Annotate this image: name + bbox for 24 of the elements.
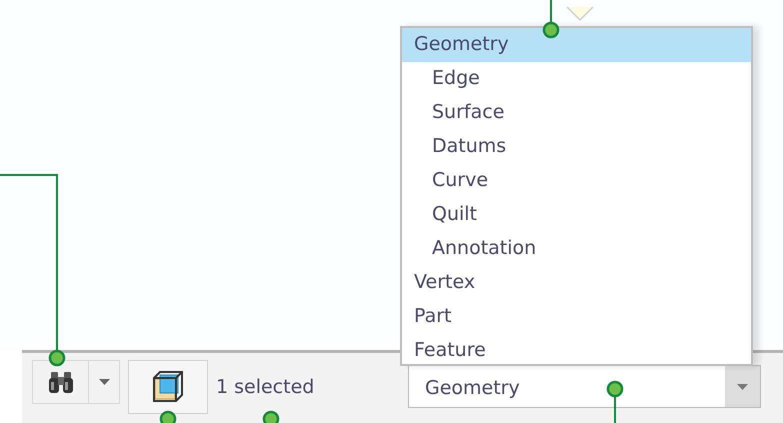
list-item[interactable]: Datums: [402, 130, 751, 164]
caret-icon: [737, 384, 748, 390]
list-item[interactable]: Geometry: [402, 28, 751, 62]
list-item[interactable]: Feature: [402, 334, 751, 368]
combo-arrow-button[interactable]: [725, 366, 760, 407]
combo-value: Geometry: [425, 376, 520, 401]
list-item[interactable]: Edge: [402, 62, 751, 96]
leader-line: [262, 410, 280, 423]
leader-line: [542, 0, 560, 38]
leader-line: [606, 380, 624, 423]
list-item[interactable]: Surface: [402, 96, 751, 130]
list-item[interactable]: Part: [402, 300, 751, 334]
list-item[interactable]: Curve: [402, 164, 751, 198]
cube-icon: [151, 370, 185, 404]
filter-combo[interactable]: Geometry: [408, 365, 761, 408]
list-item[interactable]: Quilt: [402, 198, 751, 232]
selection-count: 1 selected: [216, 375, 316, 400]
selection-button[interactable]: [128, 360, 208, 414]
caret-icon: [98, 379, 110, 385]
leader-line: [160, 410, 176, 423]
list-item[interactable]: Vertex: [402, 266, 751, 300]
list-item[interactable]: Annotation: [402, 232, 751, 266]
binoculars-icon: [48, 370, 74, 394]
pointer-icon: [566, 6, 594, 22]
